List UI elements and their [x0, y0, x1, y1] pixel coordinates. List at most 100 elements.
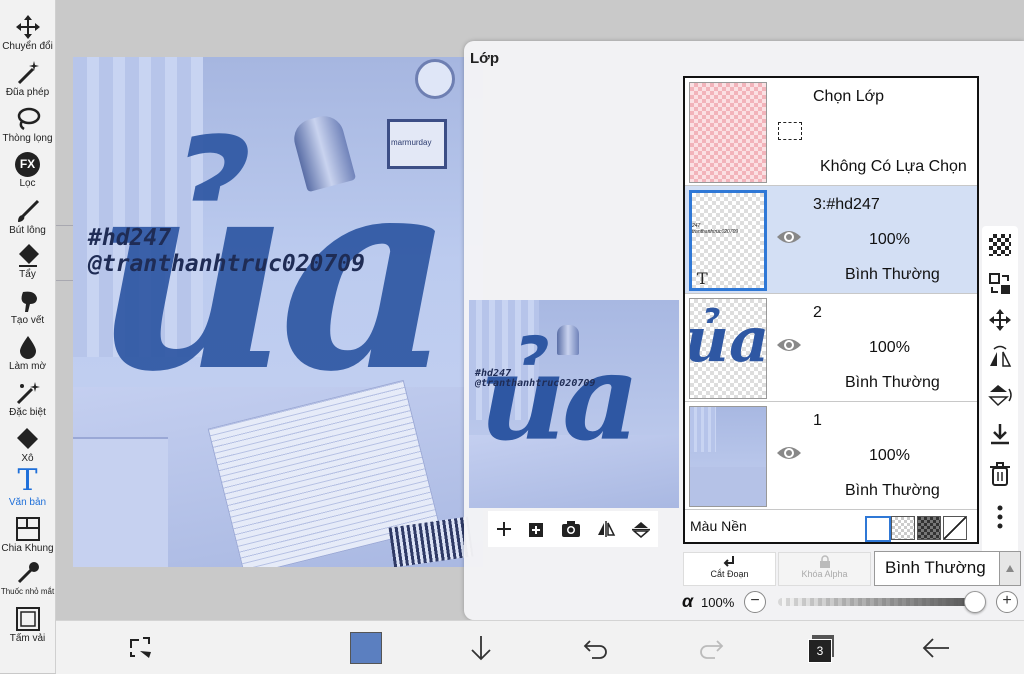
magic-wand-icon: [17, 61, 39, 85]
brush-icon: [17, 199, 39, 222]
move-layer-icon[interactable]: [988, 308, 1012, 332]
undo-button[interactable]: [571, 621, 621, 674]
preview-script-text: ủa: [479, 327, 640, 468]
tool-filter[interactable]: FX Lọc: [0, 152, 55, 189]
smudge-icon: [21, 291, 37, 312]
tool-frame-divider[interactable]: Chia Khung: [0, 516, 55, 554]
layer-thumb: ủa: [689, 298, 767, 399]
merge-down-icon[interactable]: [988, 422, 1012, 446]
panel-title: Lớp: [470, 50, 499, 67]
eraser-icon: [18, 244, 39, 267]
tool-bucket[interactable]: Xô: [0, 426, 55, 464]
transform-tools-button[interactable]: [116, 621, 166, 674]
tool-brush[interactable]: Bút lông: [0, 198, 55, 236]
tool-blur[interactable]: Làm mờ: [0, 334, 55, 372]
layers-button[interactable]: 3: [796, 621, 846, 674]
tool-special[interactable]: Đặc biệt: [0, 380, 55, 418]
opacity-decrease-button[interactable]: −: [744, 591, 766, 613]
blend-mode-select[interactable]: Bình Thường: [874, 551, 1021, 586]
clipping-label: Cắt Đoạn: [710, 569, 749, 579]
fx-badge-text: FX: [19, 157, 36, 171]
eye-visibility-icon[interactable]: [776, 444, 802, 462]
opacity-slider-knob[interactable]: [964, 591, 986, 613]
alpha-lock-label: Khóa Alpha: [801, 569, 848, 579]
tool-canvas[interactable]: Tấm vải: [0, 606, 55, 644]
layer-opacity: 100%: [869, 447, 910, 464]
add-layer-icon[interactable]: [495, 520, 513, 538]
bg-white-swatch[interactable]: [865, 516, 891, 542]
tool-label: Văn bản: [8, 497, 47, 508]
tool-label: Tạo vết: [10, 315, 45, 326]
dashed-selection-icon: [778, 122, 802, 140]
selection-layer-row[interactable]: Chọn Lớp Không Có Lựa Chọn: [685, 78, 977, 186]
flip-layer-vertical-icon[interactable]: [987, 382, 1013, 408]
bucket-icon: [16, 428, 38, 449]
bg-none-swatch[interactable]: [943, 516, 967, 540]
tool-eyedropper[interactable]: Thuốc nhỏ mắt: [0, 560, 55, 596]
text-tool-glyph: T: [17, 463, 38, 498]
opacity-slider[interactable]: [778, 591, 986, 613]
tool-label: Chia Khung: [1, 543, 54, 554]
canvas-preview[interactable]: ủa #hd247 @tranthanhtruc020709: [469, 300, 679, 508]
primary-color-swatch: [350, 631, 382, 664]
layer-opacity: 100%: [869, 339, 910, 356]
eye-visibility-icon[interactable]: [776, 228, 802, 246]
tool-text[interactable]: T Văn bản: [0, 463, 55, 509]
alpha-lock-button[interactable]: Khóa Alpha: [778, 552, 871, 586]
layer-row[interactable]: 247 tranthanhtruc020709 T 3:#hd247 100% …: [685, 186, 977, 294]
tool-label: Lọc: [19, 178, 36, 189]
layer-thumb-desk: [690, 467, 766, 506]
eye-visibility-icon[interactable]: [776, 336, 802, 354]
handle-text: @tranthanhtruc020709: [88, 251, 365, 277]
opacity-increase-button[interactable]: +: [996, 591, 1018, 613]
layer-blend-mode: Bình Thường: [845, 374, 940, 391]
fx-filter-icon: FX: [15, 152, 40, 177]
tool-label: Tấm vải: [9, 633, 46, 644]
preview-handle: @tranthanhtruc020709: [475, 378, 596, 389]
swap-layer-icon[interactable]: [988, 272, 1012, 296]
wall-clock: [415, 59, 455, 99]
flip-vertical-icon[interactable]: [631, 520, 651, 538]
transform-arrows-icon: [130, 636, 151, 658]
checker-transparency-icon[interactable]: [989, 234, 1011, 256]
camera-icon[interactable]: [561, 520, 581, 538]
selection-layer-thumb: [689, 82, 767, 183]
tool-transform[interactable]: Chuyển đổi: [0, 14, 55, 52]
tool-eraser[interactable]: Tẩy: [0, 242, 55, 280]
layer-thumb-script: ủa: [689, 303, 767, 376]
tool-smudge[interactable]: Tạo vết: [0, 288, 55, 326]
opacity-control: α 100% − +: [682, 591, 1022, 615]
bg-transparent-light-swatch[interactable]: [891, 516, 915, 540]
artwork-canvas[interactable]: marmurday ủa #hd247 @tranthanhtruc020709: [73, 57, 483, 567]
more-options-icon[interactable]: [996, 504, 1004, 530]
layer-row[interactable]: 1 100% Bình Thường: [685, 402, 977, 510]
flip-horizontal-icon[interactable]: [596, 520, 616, 538]
primary-color-button[interactable]: [341, 621, 391, 674]
tool-label: Thuốc nhỏ mắt: [0, 587, 55, 596]
bg-transparent-dark-swatch[interactable]: [917, 516, 941, 540]
drawer-unit: [73, 437, 168, 567]
redo-icon: [700, 639, 724, 659]
back-button[interactable]: [911, 621, 961, 674]
arrow-left-icon: [922, 637, 949, 658]
redo-button[interactable]: [686, 621, 736, 674]
lock-icon: [819, 555, 830, 568]
background-color-row: Màu Nền: [685, 510, 977, 542]
eyedropper-icon: [17, 562, 39, 584]
flip-layer-horizontal-icon[interactable]: [987, 344, 1013, 370]
tool-label: Đặc biệt: [9, 407, 46, 418]
tool-lasso[interactable]: Thòng lọng: [0, 106, 55, 144]
tool-label: Đũa phép: [5, 87, 50, 98]
layer-row[interactable]: ủa 2 100% Bình Thường: [685, 294, 977, 402]
add-filled-layer-icon[interactable]: [528, 520, 546, 538]
save-down-button[interactable]: [456, 621, 506, 674]
alpha-value: 100%: [701, 595, 735, 610]
tool-label: Làm mờ: [8, 361, 47, 372]
trash-icon[interactable]: [989, 462, 1011, 486]
layers-count-icon: 3: [808, 634, 834, 663]
blend-mode-dropdown-arrow: [999, 552, 1020, 585]
hashtag-text: #hd247: [88, 225, 172, 251]
tool-magic-wand[interactable]: Đũa phép: [0, 60, 55, 98]
clipping-button[interactable]: Cắt Đoạn: [683, 552, 776, 586]
alpha-symbol: α: [682, 591, 694, 611]
